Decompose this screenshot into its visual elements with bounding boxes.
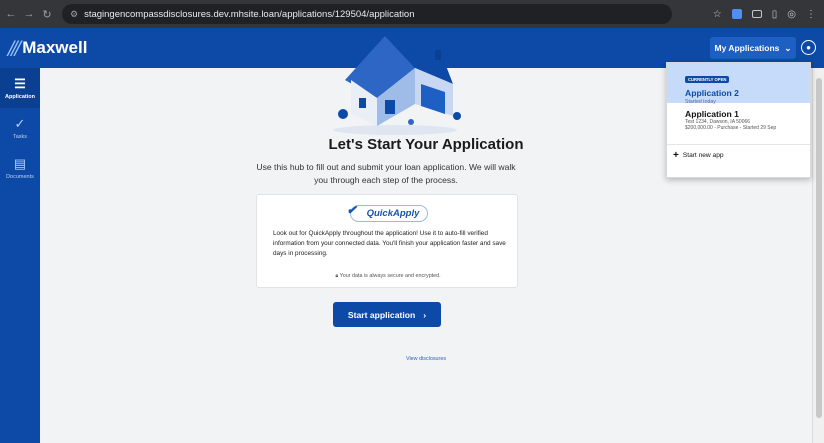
lock-icon: 🔒︎ [335,273,339,279]
start-new-app-label: Start new app [682,151,724,159]
chevron-right-icon: › [423,309,427,320]
chevron-down-icon: ⌄ [784,42,792,53]
quickapply-label: QuickApply [366,207,420,219]
sidebar: ☰ Application ✓ Tasks ▤ Documents [0,68,40,443]
secure-note: 🔒︎ Your data is always secure and encryp… [257,273,519,280]
document-icon: ▤ [13,155,27,171]
sidebar-item-label: Application [5,93,35,100]
my-applications-button[interactable]: My Applications ⌄ [710,37,796,59]
scrollbar[interactable] [812,68,824,443]
sidebar-item-tasks[interactable]: ✓ Tasks [0,108,40,148]
check-icon: ✓ [14,115,26,131]
sidebar-item-label: Documents [6,173,34,180]
start-application-label: Start application [347,309,416,320]
currently-open-badge: CURRENTLY OPEN [685,76,730,83]
dropdown-item-application-2[interactable]: CURRENTLY OPEN Application 2 Started tod… [667,63,810,105]
sidebar-item-documents[interactable]: ▤ Documents [0,148,40,188]
quickapply-description: Look out for QuickApply throughout the a… [273,230,506,257]
application-title: Application 2 [685,88,739,98]
page-subtitle: Use this hub to fill out and submit your… [256,162,516,185]
secure-text: Your data is always secure and encrypted… [339,273,441,279]
bookmark-star-icon[interactable]: ☆ [713,9,722,20]
extensions-icon[interactable] [751,10,762,18]
profile-icon[interactable]: ◎ [787,9,796,20]
sidepanel-icon[interactable]: ▯ [772,9,778,20]
sidebar-item-application[interactable]: ☰ Application [0,68,40,108]
user-account-icon[interactable]: ● [801,40,816,55]
list-icon: ☰ [14,75,26,91]
extension-icon[interactable] [731,9,742,19]
plus-icon: + [673,149,679,161]
application-details: $200,000.00 - Purchase - Started 29 Sep [685,125,777,131]
my-applications-label: My Applications [714,43,780,53]
quickapply-check-icon: ✔ [346,202,357,217]
brand-logo[interactable]: /// Maxwell [8,37,87,59]
dropdown-item-application-1[interactable]: Application 1 Test 1234, Dawson, IA 5006… [667,103,810,145]
menu-dots-icon[interactable]: ⋮ [806,9,816,20]
brand-name: Maxwell [22,38,88,57]
view-disclosures-label: View disclosures [405,356,447,362]
logo-mark-icon: /// [8,37,21,59]
start-new-app-button[interactable]: + Start new app [667,145,810,165]
applications-dropdown: CURRENTLY OPEN Application 2 Started tod… [666,62,811,178]
application-title: Application 1 [685,109,739,119]
reload-icon[interactable]: ↻ [40,8,54,21]
sidebar-item-label: Tasks [12,133,28,140]
quickapply-badge: ✔ QuickApply [333,203,445,223]
back-icon[interactable]: ← [4,8,18,20]
site-info-icon[interactable]: ⚙ [70,9,78,20]
start-application-button[interactable]: Start application › [333,302,441,327]
scrollbar-thumb[interactable] [816,78,822,418]
house-illustration [333,36,461,135]
view-disclosures-link[interactable]: View disclosures [40,356,812,362]
quickapply-card: ✔ QuickApply Look out for QuickApply thr… [256,194,518,288]
forward-icon[interactable]: → [22,8,36,20]
